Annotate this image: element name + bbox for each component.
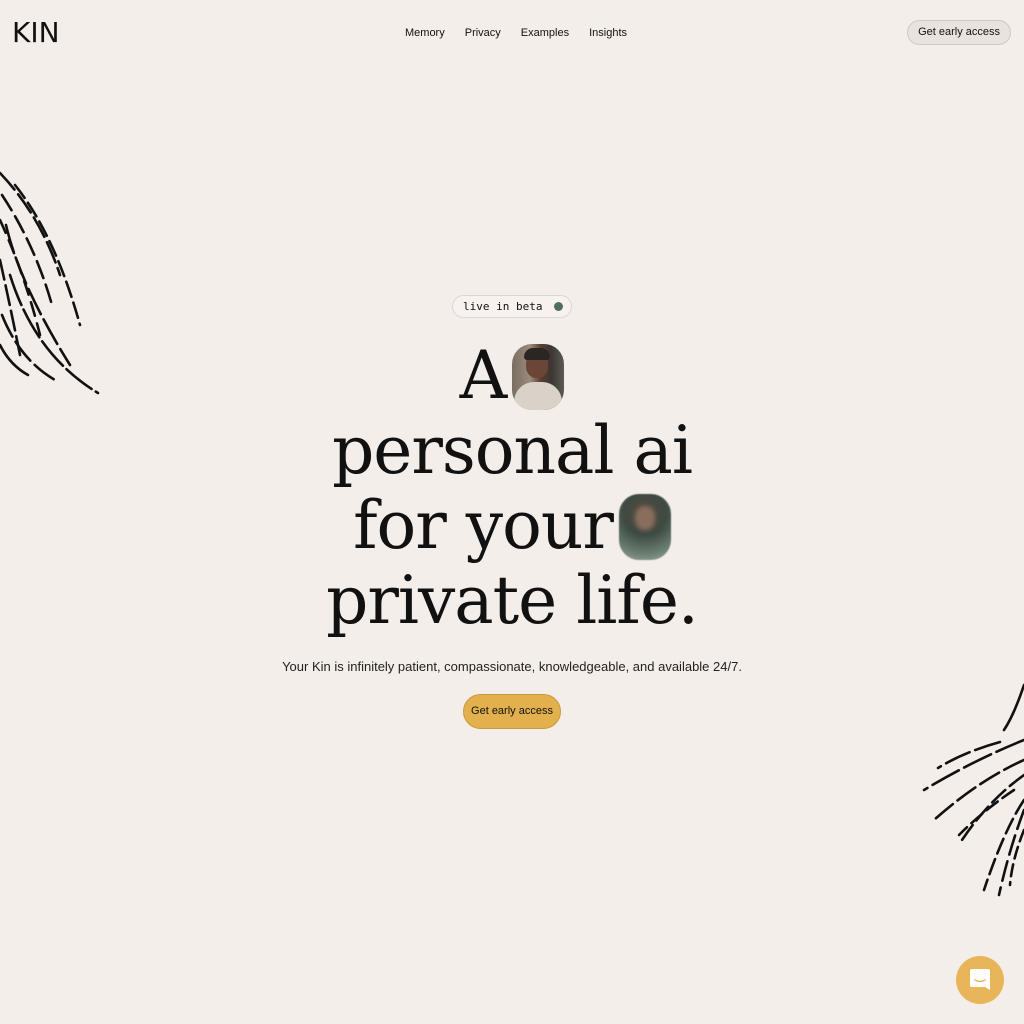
hero-headline: A personal ai for your private life. xyxy=(0,338,1024,638)
chat-launcher-button[interactable] xyxy=(956,956,1004,1004)
hero-subtitle: Your Kin is infinitely patient, compassi… xyxy=(282,659,742,674)
main-nav: Memory Privacy Examples Insights xyxy=(405,27,647,39)
headline-line-4: private life. xyxy=(326,562,699,639)
beta-badge-label: live in beta xyxy=(463,300,543,313)
nav-examples[interactable]: Examples xyxy=(521,27,569,39)
hero-early-access-button[interactable]: Get early access xyxy=(463,694,561,729)
header-early-access-button[interactable]: Get early access xyxy=(907,20,1011,45)
nav-memory[interactable]: Memory xyxy=(405,27,445,39)
nav-privacy[interactable]: Privacy xyxy=(465,27,501,39)
blurred-portrait-photo xyxy=(618,494,671,560)
nav-insights[interactable]: Insights xyxy=(589,27,627,39)
beta-badge: live in beta xyxy=(452,295,572,318)
chat-icon xyxy=(970,969,990,990)
status-dot-icon xyxy=(554,302,564,311)
headline-line-3: for your xyxy=(353,487,614,564)
headline-line-2: personal ai xyxy=(332,412,693,489)
decorative-strokes-right xyxy=(922,683,1024,897)
portrait-photo xyxy=(512,344,565,410)
kin-logo[interactable]: KIN xyxy=(12,16,60,49)
headline-line-1: A xyxy=(459,337,508,414)
